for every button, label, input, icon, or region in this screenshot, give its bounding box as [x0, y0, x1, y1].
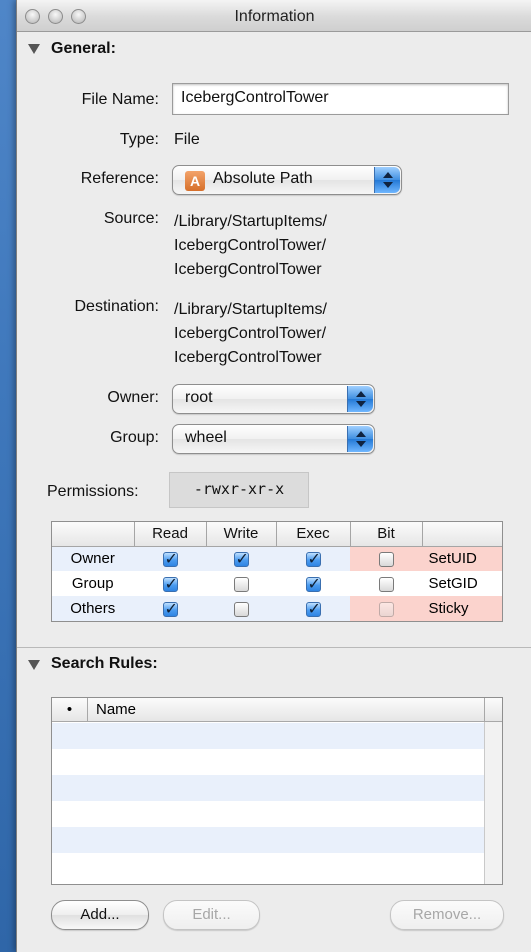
- reference-label: Reference:: [80, 170, 159, 187]
- destination-label: Destination:: [74, 298, 160, 315]
- destination-path: /Library/StartupItems/ IcebergControlTow…: [174, 298, 327, 370]
- setgid-checkbox[interactable]: [378, 576, 394, 592]
- setuid-cell: [350, 546, 422, 571]
- column-header-write: Write: [206, 522, 277, 547]
- permissions-table: Read Write Exec Bit Owner SetUID Gr: [52, 522, 502, 621]
- column-header-exec: Exec: [276, 522, 351, 547]
- column-header-name[interactable]: Name: [96, 701, 136, 718]
- group-read-checkbox[interactable]: [162, 574, 178, 594]
- list-row-stripe: [52, 775, 484, 801]
- sticky-cell: [350, 596, 422, 621]
- destination-path-line: IcebergControlTower/: [174, 325, 327, 342]
- others-write-checkbox[interactable]: [233, 601, 249, 617]
- table-row: Owner SetUID: [52, 546, 502, 571]
- owner-popup[interactable]: root: [172, 384, 375, 414]
- source-path-line: /Library/StartupItems/: [174, 213, 327, 230]
- information-window: Information General: File Name: IcebergC…: [16, 0, 531, 952]
- type-label: Type:: [119, 131, 159, 148]
- destination-path-line: /Library/StartupItems/: [174, 301, 327, 318]
- owner-write-cell: [206, 546, 276, 571]
- table-row: Others Sticky: [52, 596, 502, 621]
- search-rules-disclosure-triangle-icon[interactable]: [28, 660, 40, 670]
- owner-label: Owner:: [107, 389, 159, 406]
- group-write-cell: [206, 571, 276, 596]
- list-row-stripe: [52, 827, 484, 853]
- owner-read-checkbox[interactable]: [162, 549, 178, 569]
- owner-exec-cell: [276, 546, 350, 571]
- list-row-stripe: [52, 723, 484, 749]
- others-exec-cell: [276, 596, 350, 621]
- others-write-cell: [206, 596, 276, 621]
- type-value: File: [174, 131, 200, 148]
- column-header: [52, 522, 135, 547]
- reference-popup[interactable]: A Absolute Path: [172, 165, 402, 195]
- owner-exec-checkbox[interactable]: [305, 549, 321, 569]
- window-title: Information: [234, 8, 315, 25]
- list-vertical-scrollbar[interactable]: [484, 722, 502, 884]
- sticky-label: Sticky: [422, 596, 502, 621]
- setuid-checkbox[interactable]: [378, 551, 394, 567]
- popup-stepper-icon: [347, 426, 373, 452]
- general-section-header: General:: [51, 40, 116, 57]
- group-popup-value: wheel: [185, 429, 227, 446]
- owner-popup-value: root: [185, 389, 213, 406]
- list-header: • Name: [52, 698, 502, 722]
- group-write-checkbox[interactable]: [233, 576, 249, 592]
- row-label-others: Others: [52, 596, 134, 621]
- owner-write-checkbox[interactable]: [233, 549, 249, 569]
- destination-path-line: IcebergControlTower: [174, 349, 322, 366]
- group-exec-cell: [276, 571, 350, 596]
- column-header-read: Read: [134, 522, 207, 547]
- column-header: [422, 522, 502, 547]
- owner-read-cell: [134, 546, 206, 571]
- file-name-field[interactable]: IcebergControlTower: [172, 83, 509, 115]
- group-popup[interactable]: wheel: [172, 424, 375, 454]
- table-row: Group SetGID: [52, 571, 502, 596]
- reference-popup-value: Absolute Path: [213, 170, 313, 187]
- others-read-cell: [134, 596, 206, 621]
- row-label-owner: Owner: [52, 546, 134, 571]
- group-exec-checkbox[interactable]: [305, 574, 321, 594]
- source-path-line: IcebergControlTower: [174, 261, 322, 278]
- absolute-path-icon: A: [185, 171, 205, 191]
- remove-button[interactable]: Remove...: [390, 900, 504, 930]
- title-bar[interactable]: Information: [17, 0, 531, 32]
- source-path: /Library/StartupItems/ IcebergControlTow…: [174, 210, 327, 282]
- search-rules-list[interactable]: • Name: [51, 697, 503, 885]
- group-read-cell: [134, 571, 206, 596]
- sticky-checkbox[interactable]: [378, 601, 394, 617]
- search-rules-section-header: Search Rules:: [51, 655, 158, 672]
- others-read-checkbox[interactable]: [162, 599, 178, 619]
- source-label: Source:: [103, 210, 159, 227]
- permissions-string: -rwxr-xr-x: [169, 472, 309, 508]
- section-divider: [17, 647, 531, 648]
- others-exec-checkbox[interactable]: [305, 599, 321, 619]
- general-disclosure-triangle-icon[interactable]: [28, 44, 40, 54]
- permissions-label: Permissions:: [47, 483, 139, 500]
- row-label-group: Group: [52, 571, 134, 596]
- popup-stepper-icon: [347, 386, 373, 412]
- column-header-bullet[interactable]: •: [52, 698, 88, 722]
- column-header-bit: Bit: [350, 522, 423, 547]
- group-label: Group:: [110, 429, 159, 446]
- setuid-label: SetUID: [422, 546, 502, 571]
- permissions-table-container: Read Write Exec Bit Owner SetUID Gr: [51, 521, 503, 622]
- source-path-line: IcebergControlTower/: [174, 237, 327, 254]
- edit-button[interactable]: Edit...: [163, 900, 260, 930]
- header-corner: [484, 698, 502, 722]
- add-button[interactable]: Add...: [51, 900, 149, 930]
- file-name-label: File Name:: [81, 91, 159, 108]
- setgid-label: SetGID: [422, 571, 502, 596]
- popup-stepper-icon: [374, 167, 400, 193]
- setgid-cell: [350, 571, 422, 596]
